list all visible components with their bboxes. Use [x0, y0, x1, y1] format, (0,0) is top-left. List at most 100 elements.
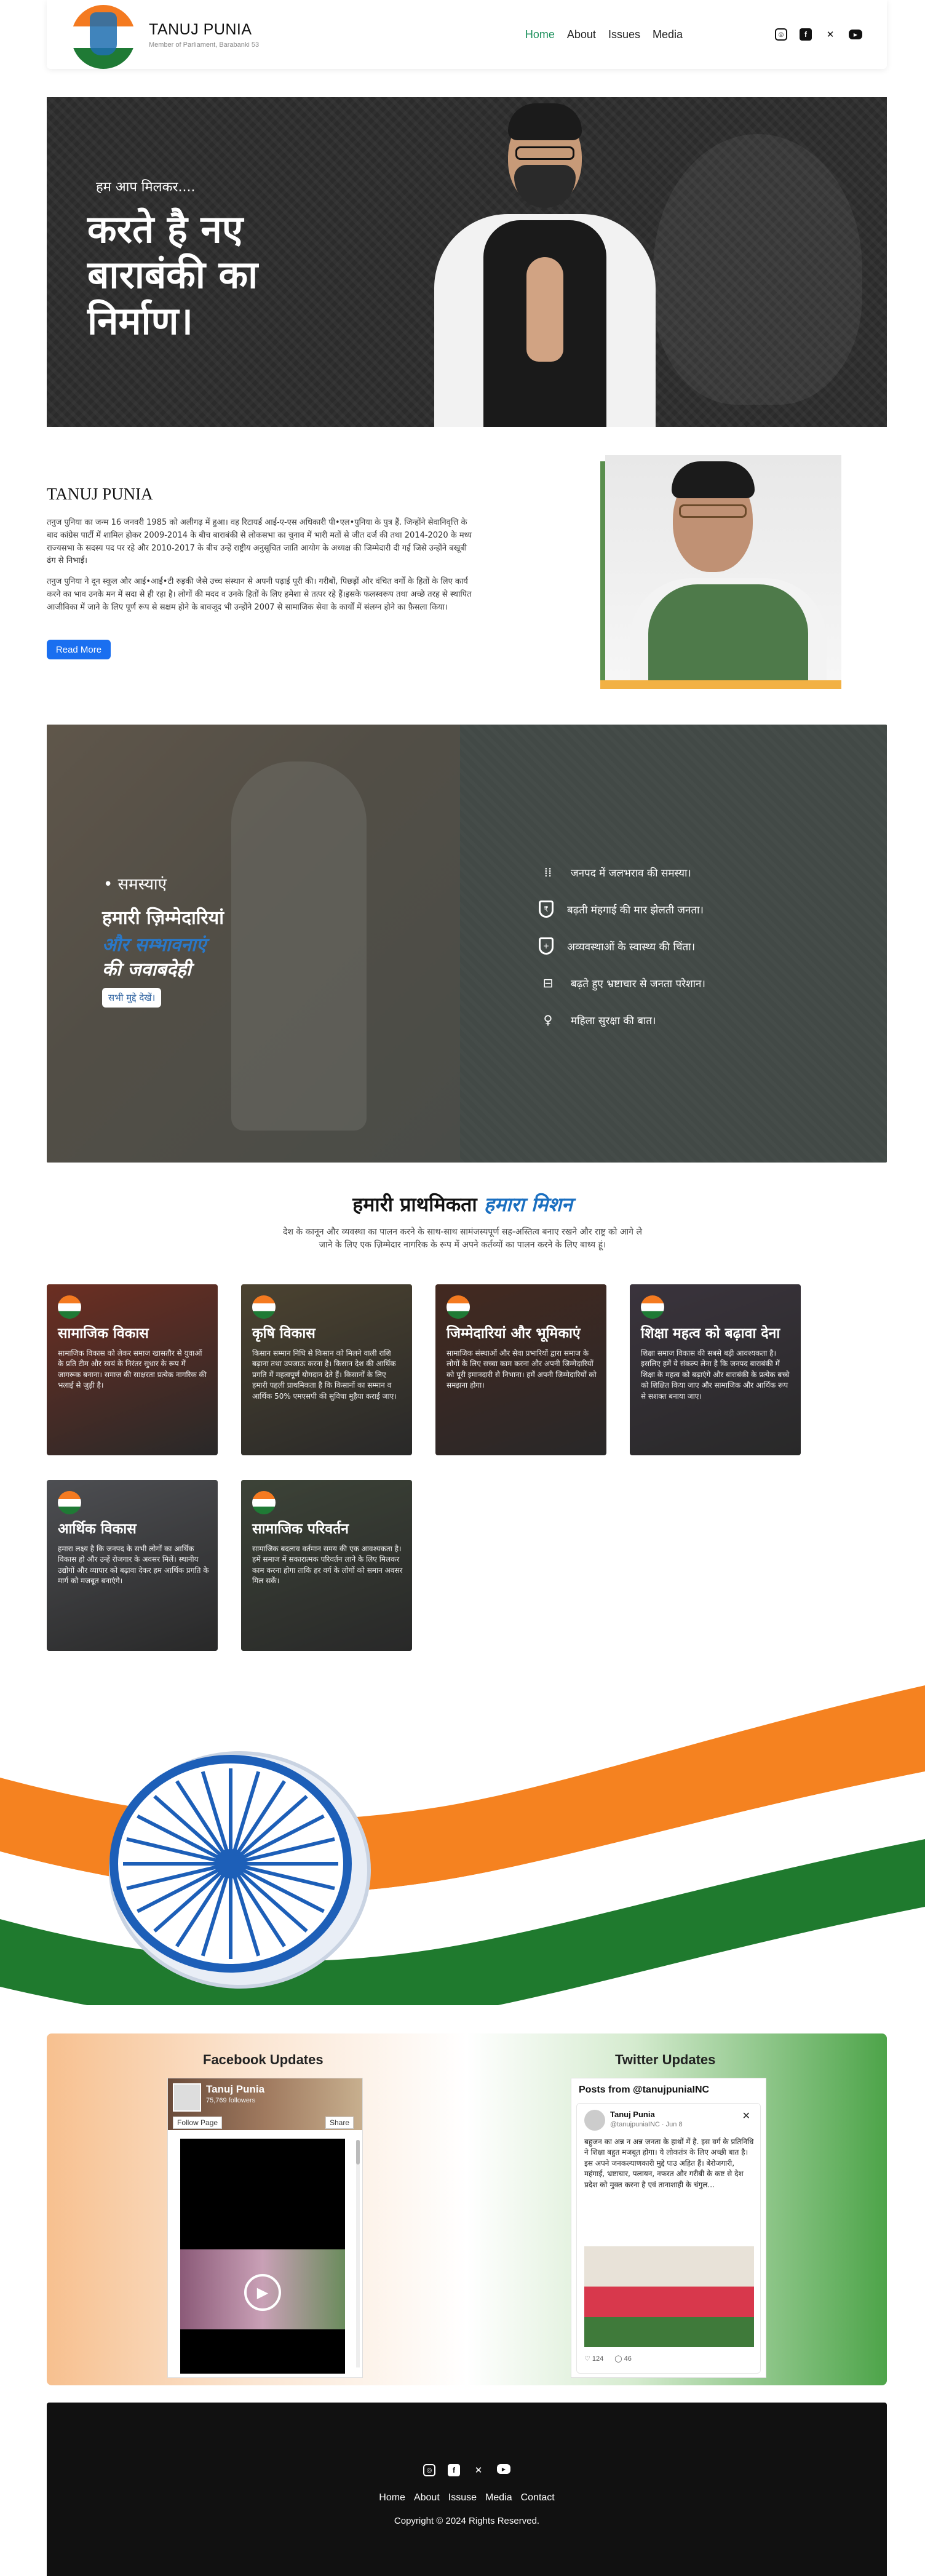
about-photo — [600, 455, 841, 689]
tw-avatar[interactable] — [584, 2110, 605, 2131]
health-shield-icon: + — [539, 937, 554, 955]
congress-logo[interactable] — [71, 5, 135, 69]
card-text: सामाजिक बदलाव वर्तमान समय की एक आवश्यकता… — [252, 1544, 403, 1586]
corruption-icon: ⊟ — [542, 976, 554, 990]
nav-about[interactable]: About — [567, 28, 596, 41]
issue-item: ⁞⁞ जनपद में जलभराव की समस्या। — [539, 854, 705, 891]
india-flag-icon — [252, 1491, 276, 1514]
card-text: किसान सम्मान निधि से किसान को मिलने वाली… — [252, 1349, 397, 1401]
india-flag-banner — [0, 1685, 925, 2005]
youtube-icon[interactable]: ▶ — [849, 30, 862, 39]
instagram-icon[interactable]: ◎ — [423, 2464, 435, 2476]
india-flag-icon — [641, 1295, 664, 1319]
site-subtitle: Member of Parliament, Barabanki 53 — [149, 41, 260, 49]
footer-link-contact[interactable]: Contact — [521, 2492, 555, 2503]
card-text: शिक्षा समाज विकास की सबसे बड़ी आवश्यकता … — [641, 1349, 790, 1401]
issue-item: ♀ महिला सुरक्षा की बात। — [539, 1001, 705, 1038]
footer-link-about[interactable]: About — [414, 2492, 440, 2503]
water-icon: ⁞⁞ — [544, 865, 552, 880]
card-title: कृषि विकास — [252, 1326, 316, 1342]
waving-flag-graphic — [0, 1685, 925, 2005]
issue-text: बढ़ते हुए भ्रष्टाचार से जनता परेशान। — [571, 977, 705, 990]
india-flag-icon — [58, 1491, 81, 1514]
footer-socials: ◎ f ✕ ▶ — [47, 2464, 887, 2476]
facebook-updates-title: Facebook Updates — [203, 2052, 324, 2067]
about-title: TANUJ PUNIA — [47, 485, 153, 503]
nav-home[interactable]: Home — [525, 28, 555, 41]
issues-bullet: • समस्याएं — [103, 875, 167, 894]
fb-share-button[interactable]: Share — [325, 2117, 354, 2129]
youtube-icon[interactable]: ▶ — [497, 2464, 510, 2474]
header-socials: ◎ f ✕ ▶ — [775, 28, 862, 41]
card-title: आर्थिक विकास — [58, 1521, 137, 1537]
about-paragraph-2: तनुज पुनिया ने दून स्कूल और आई•आई•टी रुड… — [47, 577, 472, 612]
issue-item: + अव्यवस्थाओं के स्वास्थ्य की चिंता। — [539, 928, 705, 964]
issues-line-1: हमारी ज़िम्मेदारियां — [102, 907, 224, 929]
card-text: सामाजिक विकास को लेकर समाज खासतौर से युव… — [58, 1349, 207, 1390]
facebook-icon[interactable]: f — [800, 28, 812, 41]
nav-issues[interactable]: Issues — [608, 28, 640, 41]
tweet-image[interactable] — [584, 2246, 754, 2347]
like-icon[interactable]: ♡ 124 — [584, 2355, 603, 2363]
mission-card[interactable]: शिक्षा महत्व को बढ़ावा देना शिक्षा समाज … — [630, 1284, 801, 1455]
tw-name[interactable]: Tanuj Punia — [610, 2110, 655, 2119]
social-feeds: Facebook Updates Twitter Updates Tanuj P… — [47, 2033, 887, 2385]
mission-card[interactable]: जिम्मेदारियां और भूमिकाएं सामाजिक संस्था… — [435, 1284, 606, 1455]
mission-description: देश के कानून और व्यवस्था का पालन करने के… — [283, 1227, 642, 1250]
copyright: Copyright © 2024 Rights Reserved. — [394, 2516, 540, 2526]
footer-links: Home About Issuse Media Contact — [47, 2492, 887, 2503]
footer-link-media[interactable]: Media — [485, 2492, 512, 2503]
issue-text: अव्यवस्थाओं के स्वास्थ्य की चिंता। — [567, 940, 696, 953]
view-all-issues-button[interactable]: सभी मुद्दे देखें। — [102, 988, 162, 1008]
twitter-updates-title: Twitter Updates — [615, 2052, 716, 2067]
mission-title: हमारी प्राथमिकता हमारा मिशन — [352, 1193, 573, 1216]
instagram-icon[interactable]: ◎ — [775, 28, 787, 41]
main-nav: Home About Issues Media — [525, 28, 683, 41]
fb-avatar[interactable] — [173, 2083, 201, 2112]
site-name: TANUJ PUNIA — [149, 20, 252, 38]
card-title: शिक्षा महत्व को बढ़ावा देना — [641, 1326, 780, 1342]
issue-item: ₹ बढ़ती मंहगाई की मार झेलती जनता। — [539, 891, 705, 928]
mission-card[interactable]: कृषि विकास किसान सम्मान निधि से किसान को… — [241, 1284, 412, 1455]
mission-card[interactable]: सामाजिक परिवर्तन सामाजिक बदलाव वर्तमान स… — [241, 1480, 412, 1651]
footer-link-home[interactable]: Home — [379, 2492, 405, 2503]
fb-video[interactable]: ▶ — [180, 2139, 345, 2374]
fb-follow-button[interactable]: Follow Page — [173, 2117, 223, 2129]
x-icon[interactable]: ✕ — [472, 2464, 485, 2476]
x-icon[interactable]: ✕ — [824, 28, 836, 41]
mission-heading: हमारी प्राथमिकता हमारा मिशन देश के कानून… — [0, 1191, 925, 1252]
fb-scrollbar[interactable] — [356, 2140, 360, 2367]
mission-card[interactable]: सामाजिक विकास सामाजिक विकास को लेकर समाज… — [47, 1284, 218, 1455]
twitter-embed[interactable]: Posts from @tanujpuniaINC Tanuj Punia @t… — [571, 2078, 766, 2378]
facebook-icon[interactable]: f — [448, 2464, 460, 2476]
site-header: TANUJ PUNIA Member of Parliament, Baraba… — [47, 0, 887, 69]
about-section: TANUJ PUNIA तनुज पुनिया का जन्म 16 जनवरी… — [47, 455, 887, 701]
card-text: सामाजिक संस्थाओं और सेवा प्रभारियों द्वा… — [447, 1349, 597, 1390]
facebook-embed[interactable]: Tanuj Punia 75,769 followers Follow Page… — [167, 2078, 363, 2378]
card-title: जिम्मेदारियां और भूमिकाएं — [447, 1326, 581, 1342]
tweet-card[interactable]: Tanuj Punia @tanujpuniaINC · Jun 8 ✕ बहु… — [576, 2103, 761, 2374]
tw-handle: @tanujpuniaINC · Jun 8 — [610, 2121, 683, 2128]
issue-text: महिला सुरक्षा की बात। — [571, 1014, 656, 1027]
hero-heading: करते है नए बाराबंकी का निर्माण। — [87, 207, 258, 343]
issue-list: ⁞⁞ जनपद में जलभराव की समस्या। ₹ बढ़ती मं… — [539, 854, 705, 1038]
x-icon[interactable]: ✕ — [742, 2110, 750, 2122]
tweet-text: बहुजन का अन्न न अन्न जनता के हाथों में ह… — [584, 2137, 754, 2189]
india-flag-icon — [447, 1295, 470, 1319]
mission-card[interactable]: आर्थिक विकास हमारा लक्ष्य है कि जनपद के … — [47, 1480, 218, 1651]
tw-header: Posts from @tanujpuniaINC — [579, 2085, 710, 2095]
footer-link-issues[interactable]: Issuse — [448, 2492, 477, 2503]
read-more-button[interactable]: Read More — [47, 640, 111, 659]
play-icon[interactable]: ▶ — [244, 2274, 281, 2311]
brand-block: TANUJ PUNIA Member of Parliament, Baraba… — [149, 21, 259, 49]
issues-section: • समस्याएं हमारी ज़िम्मेदारियां और सम्भा… — [47, 725, 887, 1163]
issue-text: बढ़ती मंहगाई की मार झेलती जनता। — [567, 904, 704, 916]
hero-banner: हम आप मिलकर.... करते है नए बाराबंकी का न… — [47, 97, 887, 427]
india-flag-icon — [252, 1295, 276, 1319]
card-title: सामाजिक विकास — [58, 1326, 149, 1342]
fb-page-name[interactable]: Tanuj Punia — [206, 2083, 264, 2096]
nav-media[interactable]: Media — [653, 28, 683, 41]
reply-icon[interactable]: ◯ 46 — [614, 2355, 632, 2363]
issues-line-3: की जवाबदेही — [102, 959, 191, 980]
india-flag-icon — [58, 1295, 81, 1319]
